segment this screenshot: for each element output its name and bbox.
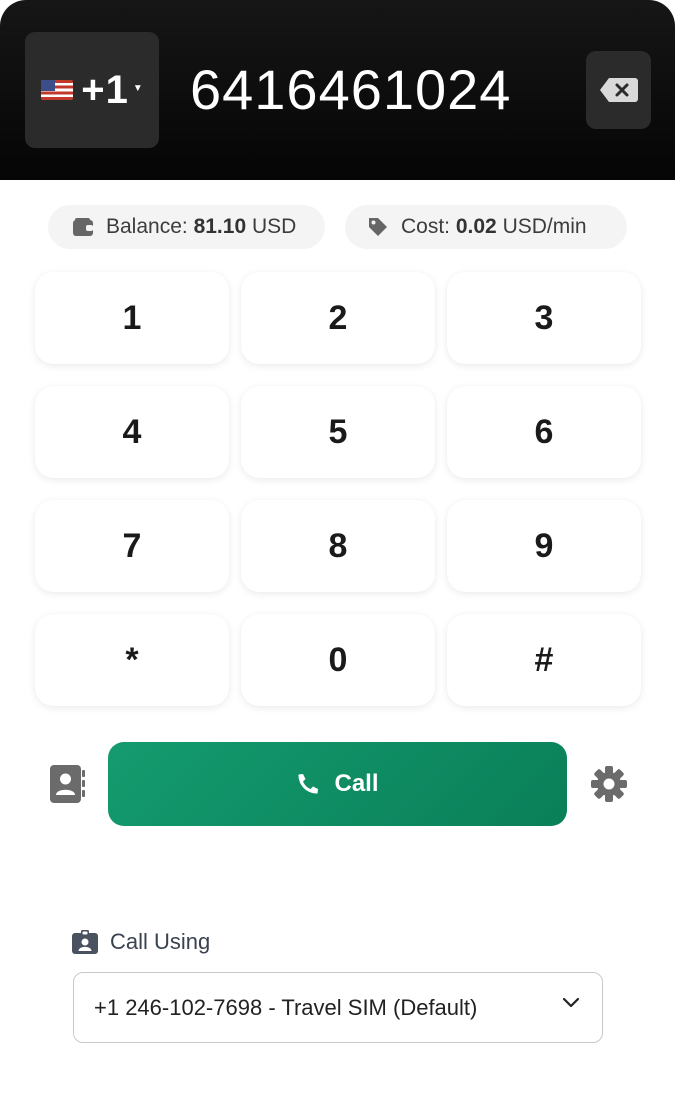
contacts-button[interactable] <box>50 765 86 803</box>
cost-label: Cost: <box>401 215 451 238</box>
key-6[interactable]: 6 <box>447 386 641 478</box>
call-using-label-row: Call Using <box>72 929 210 955</box>
call-using-label: Call Using <box>110 929 211 954</box>
key-1[interactable]: 1 <box>35 272 229 364</box>
balance-value: 81.10 <box>193 215 247 238</box>
dialer-header: +1 ▼ 6416461024 <box>0 0 675 180</box>
backspace-button[interactable] <box>586 51 651 129</box>
key-2[interactable]: 2 <box>241 272 435 364</box>
key-4[interactable]: 4 <box>35 386 229 478</box>
us-flag-icon <box>41 80 74 100</box>
chevron-down-icon <box>562 997 580 1008</box>
call-label: Call <box>334 770 379 797</box>
cost-badge: Cost: 0.02 USD/min <box>345 205 627 249</box>
country-code-selector[interactable]: +1 ▼ <box>25 32 159 148</box>
caller-id-selected-value: +1 246-102-7698 - Travel SIM (Default) <box>94 994 478 1020</box>
key-3[interactable]: 3 <box>447 272 641 364</box>
key-0[interactable]: 0 <box>241 614 435 706</box>
key-star[interactable]: * <box>35 614 229 706</box>
wallet-icon <box>73 218 93 236</box>
cost-value: 0.02 <box>455 215 497 238</box>
country-code: +1 <box>81 67 129 112</box>
gear-icon <box>591 766 627 802</box>
key-8[interactable]: 8 <box>241 500 435 592</box>
dial-keypad: 1 2 3 4 5 6 7 8 9 * 0 # <box>35 272 641 706</box>
caret-down-icon: ▼ <box>132 82 143 94</box>
phone-number-display: 6416461024 <box>190 58 512 121</box>
balance-label: Balance: <box>106 215 188 238</box>
key-7[interactable]: 7 <box>35 500 229 592</box>
call-button[interactable]: Call <box>108 742 567 826</box>
backspace-icon <box>599 78 638 102</box>
balance-unit: USD <box>251 215 297 238</box>
balance-badge: Balance: 81.10 USD <box>48 205 325 249</box>
address-book-icon <box>50 765 85 803</box>
caller-id-select[interactable]: +1 246-102-7698 - Travel SIM (Default) <box>73 972 603 1043</box>
phone-icon <box>298 774 319 794</box>
tag-icon <box>369 218 387 236</box>
id-badge-icon <box>72 930 98 954</box>
key-5[interactable]: 5 <box>241 386 435 478</box>
key-9[interactable]: 9 <box>447 500 641 592</box>
settings-button[interactable] <box>590 765 628 803</box>
key-hash[interactable]: # <box>447 614 641 706</box>
cost-unit: USD/min <box>502 215 587 238</box>
